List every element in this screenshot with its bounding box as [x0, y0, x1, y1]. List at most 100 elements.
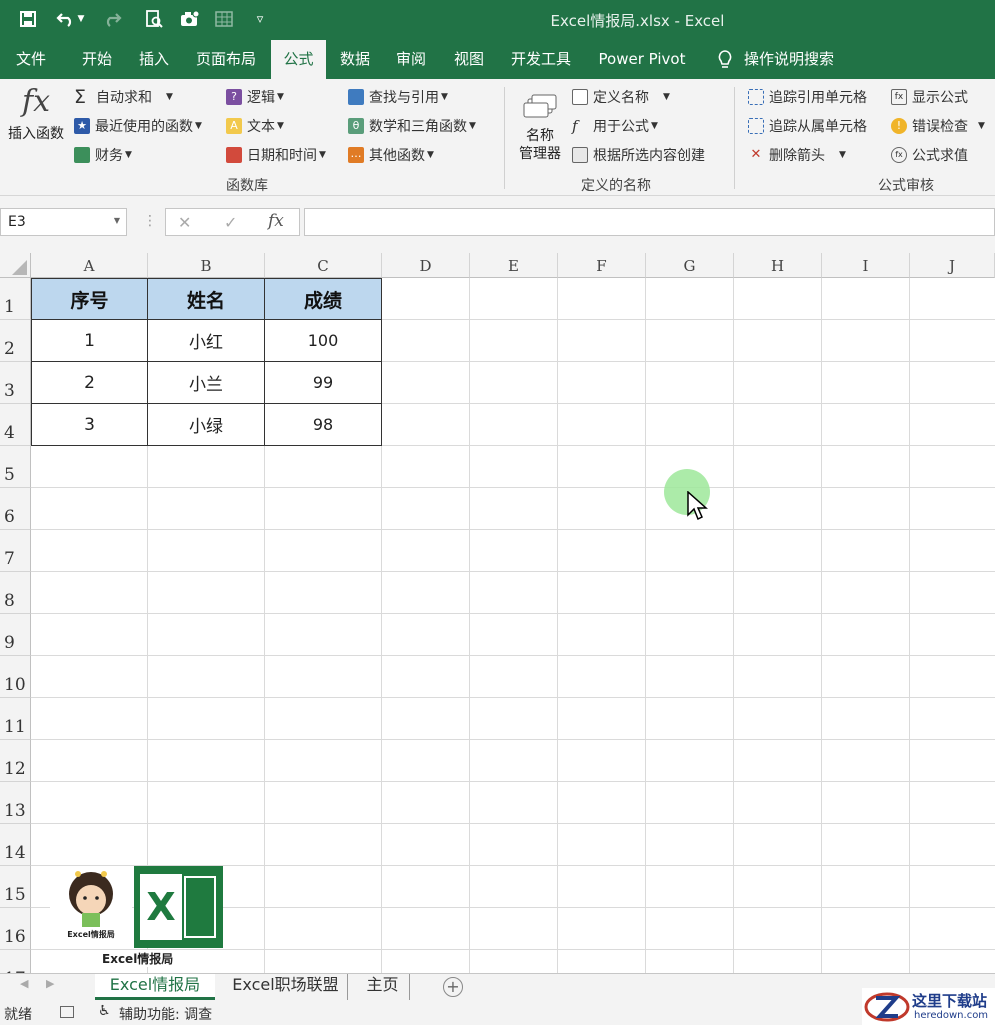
finance-button[interactable]: 财务 ▼ [74, 144, 132, 166]
other-functions-button[interactable]: … 其他函数 ▼ [348, 144, 434, 166]
name-manager-button[interactable]: 名称 管理器 [512, 93, 568, 163]
row-header-8[interactable]: 8 [0, 572, 31, 614]
row-header-11[interactable]: 11 [0, 698, 31, 740]
tab-data[interactable]: 数据 [332, 40, 378, 79]
table-cell[interactable]: 小兰 [148, 362, 265, 404]
text-button[interactable]: A 文本 ▼ [226, 115, 284, 137]
row-header-17[interactable]: 17 [0, 950, 31, 973]
formula-input[interactable] [304, 208, 995, 236]
logic-button[interactable]: ? 逻辑 ▼ [226, 86, 284, 108]
error-checking-button[interactable]: ! 错误检查 ▼ [891, 115, 985, 137]
evaluate-formula-button[interactable]: fx 公式求值 [891, 144, 968, 166]
dropdown-icon: ▼ [277, 121, 284, 131]
math-button[interactable]: θ 数学和三角函数 ▼ [348, 115, 476, 137]
sigma-icon: Σ [74, 86, 87, 108]
row-header-7[interactable]: 7 [0, 530, 31, 572]
tab-developer[interactable]: 开发工具 [503, 40, 579, 79]
grid-column-line [557, 278, 558, 973]
row-header-2[interactable]: 2 [0, 320, 31, 362]
row-header-10[interactable]: 10 [0, 656, 31, 698]
enter-icon[interactable]: ✓ [224, 213, 237, 232]
remove-arrows-button[interactable]: ✕ 删除箭头 ▼ [748, 144, 846, 166]
name-box-value: E3 [8, 214, 26, 230]
table-cell[interactable]: 3 [31, 404, 148, 446]
grid-row-line [31, 739, 995, 740]
column-header-d[interactable]: D [382, 253, 470, 278]
row-header-15[interactable]: 15 [0, 866, 31, 908]
row-header-12[interactable]: 12 [0, 740, 31, 782]
macro-record-icon[interactable] [60, 1006, 74, 1018]
table-cell[interactable]: 小绿 [148, 404, 265, 446]
tell-me-search[interactable]: 操作说明搜索 [744, 40, 844, 79]
autosum-button[interactable]: Σ 自动求和 ▼ [74, 86, 173, 108]
column-header-f[interactable]: F [558, 253, 646, 278]
row-header-16[interactable]: 16 [0, 908, 31, 950]
row-header-1[interactable]: 1 [0, 278, 31, 320]
define-name-button[interactable]: 定义名称 ▼ [572, 86, 670, 108]
row-header-3[interactable]: 3 [0, 362, 31, 404]
row-header-14[interactable]: 14 [0, 824, 31, 866]
tab-insert[interactable]: 插入 [129, 40, 179, 79]
table-header-cell[interactable]: 姓名 [148, 278, 265, 320]
row-header-13[interactable]: 13 [0, 782, 31, 824]
sheet-tab[interactable]: Excel职场联盟 [224, 974, 348, 1000]
use-in-formula-button[interactable]: f 用于公式 ▼ [572, 115, 658, 137]
table-cell[interactable]: 2 [31, 362, 148, 404]
table-header-cell[interactable]: 成绩 [265, 278, 382, 320]
cancel-icon[interactable]: ✕ [178, 213, 191, 232]
scroll-left-icon[interactable]: ◀ [20, 977, 28, 990]
add-sheet-icon[interactable]: + [443, 977, 463, 997]
row-header-9[interactable]: 9 [0, 614, 31, 656]
tab-file[interactable]: 文件 [5, 40, 57, 79]
table-cell[interactable]: 99 [265, 362, 382, 404]
create-from-selection-button[interactable]: 根据所选内容创建 [572, 144, 705, 166]
tab-review[interactable]: 审阅 [388, 40, 434, 79]
table-header-cell[interactable]: 序号 [31, 278, 148, 320]
column-header-h[interactable]: H [734, 253, 822, 278]
column-header-i[interactable]: I [822, 253, 910, 278]
row-header-4[interactable]: 4 [0, 404, 31, 446]
column-header-g[interactable]: G [646, 253, 734, 278]
insert-function-button[interactable]: fx 插入函数 [4, 85, 68, 157]
lookup-button[interactable]: 查找与引用 ▼ [348, 86, 448, 108]
dropdown-icon: ▼ [978, 121, 985, 131]
trace-dependents-label: 追踪从属单元格 [769, 119, 867, 135]
logo-badge: Excel情报局 [50, 866, 132, 948]
trace-dependents-icon [748, 118, 764, 134]
row-header-6[interactable]: 6 [0, 488, 31, 530]
tab-page-layout[interactable]: 页面布局 [188, 40, 264, 79]
dropdown-icon: ▼ [469, 121, 476, 131]
sheet-tab[interactable]: 主页 [356, 974, 410, 1000]
tab-home[interactable]: 开始 [72, 40, 122, 79]
recent-functions-button[interactable]: ★ 最近使用的函数 ▼ [74, 115, 202, 137]
table-cell[interactable]: 100 [265, 320, 382, 362]
tab-view[interactable]: 视图 [446, 40, 492, 79]
grid-row-line [31, 781, 995, 782]
column-header-e[interactable]: E [470, 253, 558, 278]
tab-formulas[interactable]: 公式 [271, 40, 326, 79]
fx-small-icon: f [572, 117, 578, 135]
table-cell[interactable]: 小红 [148, 320, 265, 362]
excel-sheet-lines [184, 876, 216, 938]
sheet-tab-active[interactable]: Excel情报局 [95, 974, 215, 1000]
scroll-right-icon[interactable]: ▶ [46, 977, 54, 990]
tab-power-pivot[interactable]: Power Pivot [590, 40, 694, 79]
insert-function-icon[interactable]: fx [268, 211, 284, 231]
datetime-button[interactable]: 日期和时间 ▼ [226, 144, 326, 166]
accessibility-status[interactable]: 辅助功能: 调查 [119, 1004, 212, 1024]
column-header-c[interactable]: C [265, 253, 382, 278]
column-header-a[interactable]: A [31, 253, 148, 278]
column-header-b[interactable]: B [148, 253, 265, 278]
sheet-tabs-bar: ◀ ▶ Excel情报局 Excel职场联盟 主页 + [0, 973, 995, 1000]
table-cell[interactable]: 1 [31, 320, 148, 362]
trace-dependents-button[interactable]: 追踪从属单元格 [748, 115, 867, 137]
row-header-5[interactable]: 5 [0, 446, 31, 488]
dropdown-icon: ▼ [166, 92, 173, 102]
select-all-button[interactable] [0, 253, 31, 278]
table-cell[interactable]: 98 [265, 404, 382, 446]
show-formulas-button[interactable]: fx 显示公式 [891, 86, 968, 108]
column-header-j[interactable]: J [910, 253, 995, 278]
worksheet-grid[interactable]: ABCDEFGHIJ 1234567891011121314151617 序号姓… [0, 253, 995, 973]
name-box[interactable]: E3 ▼ [0, 208, 127, 236]
trace-precedents-button[interactable]: 追踪引用单元格 [748, 86, 867, 108]
